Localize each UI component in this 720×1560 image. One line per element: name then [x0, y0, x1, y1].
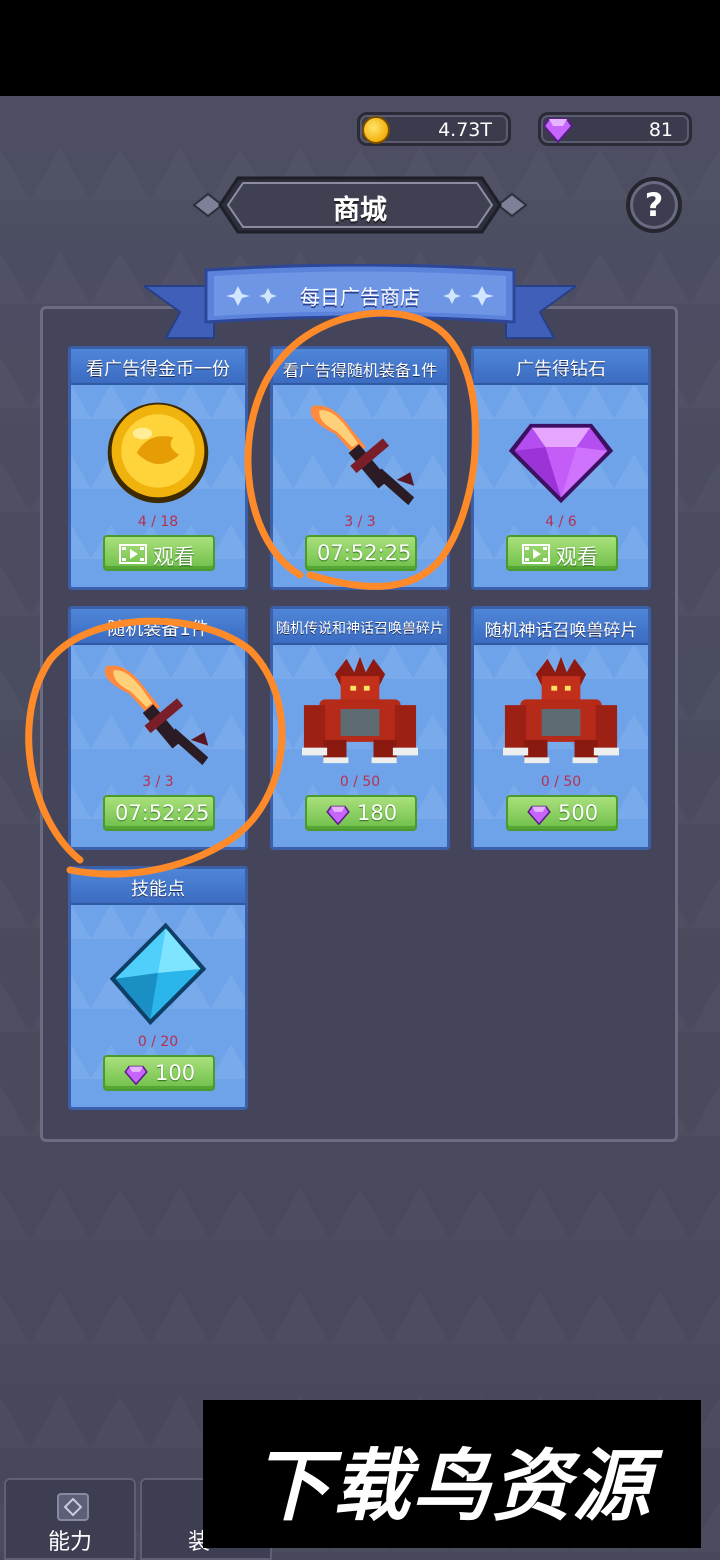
page-title-banner: 商城 — [192, 176, 528, 234]
button-label: 100 — [155, 1061, 196, 1085]
shop-card-skill-points: 技能点 0 / 20 100 — [68, 866, 248, 1110]
cooldown-timer-button[interactable]: 07:52:25 — [305, 535, 417, 571]
tab-abilities[interactable]: 能力 — [4, 1478, 136, 1560]
card-count: 3 / 3 — [344, 514, 376, 530]
card-title: 看广告得金币一份 — [86, 359, 230, 380]
card-title: 广告得钻石 — [516, 359, 606, 380]
gem-value: 81 — [648, 119, 673, 141]
watch-ad-button[interactable]: 观看 — [103, 535, 215, 571]
coin-icon — [362, 116, 390, 144]
button-label: 观看 — [153, 545, 195, 569]
card-title: 随机装备1件 — [107, 619, 209, 640]
shop-card-myth-shard: 随机神话召唤兽碎片 0 / 50 500 — [471, 606, 651, 850]
shop-card-ad-gems: 广告得钻石 4 / 6 观看 — [471, 346, 651, 590]
card-count: 4 / 6 — [545, 514, 577, 530]
card-count: 0 / 50 — [540, 774, 582, 790]
purple-gem-icon — [508, 423, 614, 504]
coin-counter: 4.73T — [357, 112, 511, 146]
buy-with-gems-button[interactable]: 180 — [305, 795, 417, 831]
gem-icon — [326, 805, 350, 825]
shop-card-legend-myth-shard: 随机传说和神话召唤兽碎片 0 / 50 180 — [270, 606, 450, 850]
flame-sword-icon — [310, 405, 415, 506]
card-title: 看广告得随机装备1件 — [282, 361, 438, 380]
status-bar-black — [0, 0, 720, 96]
button-label: 07:52:25 — [115, 801, 210, 825]
red-beast-icon — [503, 656, 619, 764]
gem-counter: 81 — [538, 112, 692, 146]
card-title: 技能点 — [131, 879, 185, 900]
gold-coin-icon — [107, 402, 209, 504]
page-title: 商城 — [333, 195, 387, 226]
buy-with-gems-button[interactable]: 100 — [103, 1055, 215, 1091]
help-button[interactable]: ? — [626, 177, 682, 233]
watermark-text: 下载鸟资源 — [251, 1442, 652, 1532]
tab-label: 能力 — [47, 1530, 92, 1555]
blue-crystal-icon — [109, 922, 207, 1026]
gem-icon — [527, 805, 551, 825]
gem-icon — [543, 118, 573, 143]
watch-ad-button[interactable]: 观看 — [506, 535, 618, 571]
gem-icon — [124, 1065, 148, 1085]
card-count: 4 / 18 — [137, 514, 179, 530]
video-icon — [522, 544, 550, 564]
card-title: 随机传说和神话召唤兽碎片 — [276, 621, 444, 637]
card-count: 3 / 3 — [142, 774, 174, 790]
buy-with-gems-button[interactable]: 500 — [506, 795, 618, 831]
red-beast-icon — [302, 656, 418, 764]
section-title: 每日广告商店 — [300, 285, 420, 309]
card-count: 0 / 50 — [339, 774, 381, 790]
button-label: 500 — [558, 801, 599, 825]
ability-icon — [57, 1493, 89, 1521]
cooldown-timer-button[interactable]: 07:52:25 — [103, 795, 215, 831]
shop-card-ad-coins: 看广告得金币一份 4 / 18 观看 — [68, 346, 248, 590]
card-title: 随机神话召唤兽碎片 — [484, 621, 638, 641]
card-count: 0 / 20 — [137, 1034, 179, 1050]
shop-card-random-equipment: 随机装备1件 3 / 3 07:52:25 — [68, 606, 248, 850]
button-label: 观看 — [556, 545, 598, 569]
watermark-banner: 下载鸟资源 — [203, 1400, 701, 1548]
flame-sword-icon — [104, 665, 209, 766]
video-icon — [119, 544, 147, 564]
button-label: 180 — [357, 801, 398, 825]
coin-value: 4.73T — [438, 119, 492, 141]
button-label: 07:52:25 — [317, 541, 412, 565]
shop-card-ad-equipment: 看广告得随机装备1件 3 / 3 07:52:25 — [270, 346, 450, 590]
